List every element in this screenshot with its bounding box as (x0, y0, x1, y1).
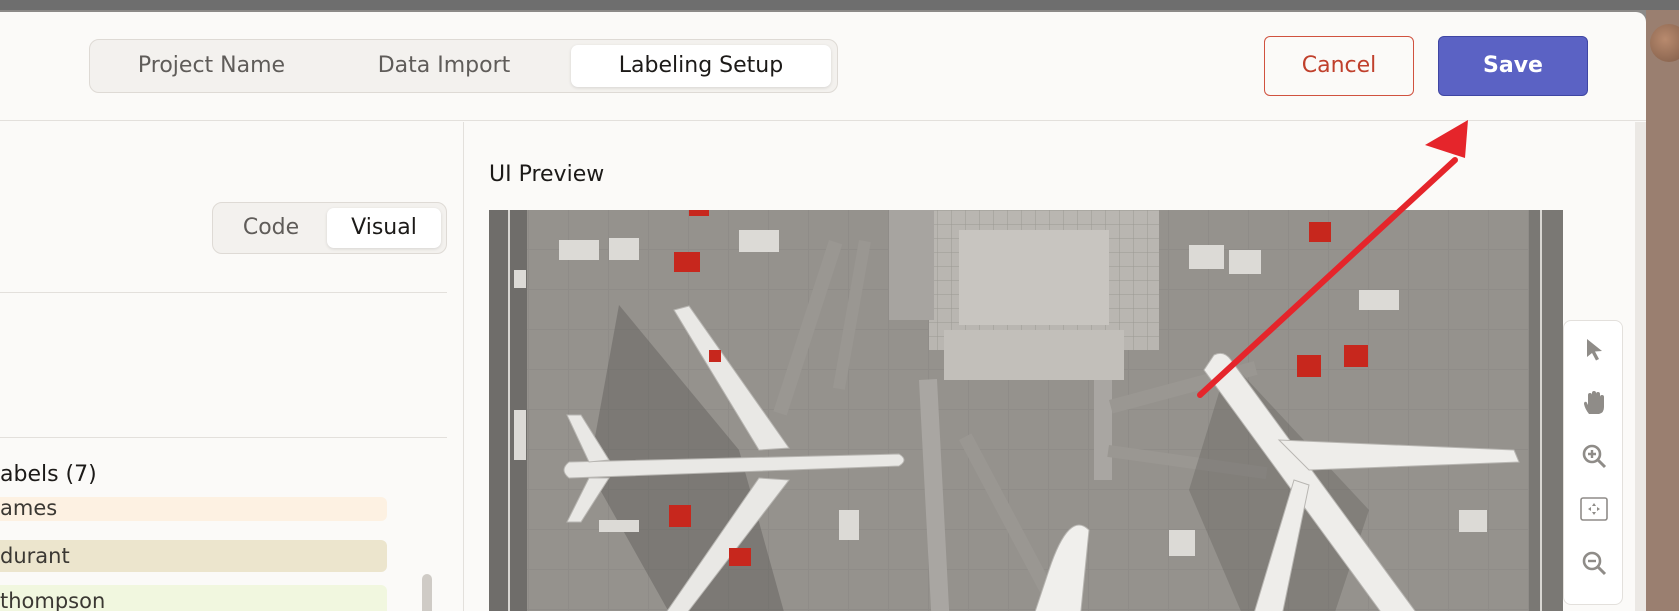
label-item[interactable]: ames (0, 497, 387, 521)
tab-project-name[interactable]: Project Name (96, 45, 327, 87)
labels-scrollbar[interactable] (422, 574, 432, 611)
image-toolbar (1563, 320, 1623, 605)
hand-pan-icon[interactable] (1574, 383, 1614, 423)
preview-title: UI Preview (489, 162, 605, 187)
visual-mode-button[interactable]: Visual (327, 208, 441, 248)
fit-to-screen-icon[interactable] (1574, 489, 1614, 529)
save-button[interactable]: Save (1438, 36, 1588, 96)
modal-header: Project Name Data Import Labeling Setup … (0, 12, 1646, 121)
airport-aerial-photo (489, 210, 1563, 611)
config-panel: Code Visual abels (7) ames durant thomps… (0, 122, 464, 611)
airport-aerial-image[interactable] (489, 210, 1563, 611)
cancel-button[interactable]: Cancel (1264, 36, 1414, 96)
code-mode-button[interactable]: Code (219, 208, 323, 248)
preview-scrollbar[interactable] (1635, 122, 1646, 611)
tab-labeling-setup[interactable]: Labeling Setup (571, 45, 831, 87)
window-top-bar (0, 0, 1679, 10)
tab-data-import[interactable]: Data Import (336, 45, 552, 87)
label-item[interactable]: thompson (0, 585, 387, 611)
zoom-out-icon[interactable] (1574, 543, 1614, 583)
labels-section-title: abels (7) (0, 462, 97, 487)
label-item[interactable]: durant (0, 540, 387, 572)
label-text: durant (0, 544, 70, 568)
backdrop-right (1646, 10, 1679, 611)
preview-panel: UI Preview (465, 122, 1646, 611)
label-text: ames (0, 497, 58, 520)
wizard-tabs: Project Name Data Import Labeling Setup (89, 39, 838, 93)
pointer-icon[interactable] (1574, 329, 1614, 369)
divider (0, 437, 447, 438)
zoom-in-icon[interactable] (1574, 436, 1614, 476)
label-text: thompson (0, 589, 106, 611)
create-project-modal: Project Name Data Import Labeling Setup … (0, 12, 1646, 611)
divider (0, 292, 447, 293)
mode-toggle: Code Visual (212, 202, 447, 254)
